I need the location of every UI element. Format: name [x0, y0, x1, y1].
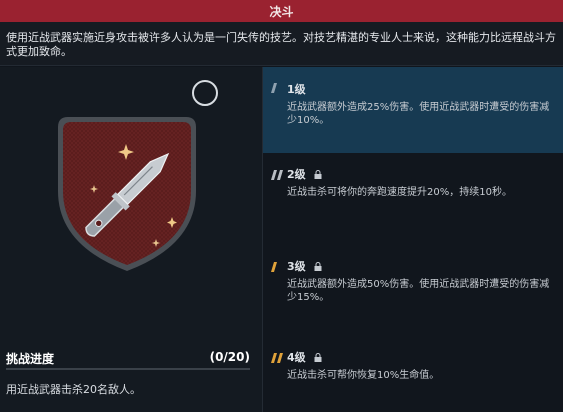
tier-4-label: 4级 — [287, 351, 306, 364]
tier-4-row[interactable]: 4级 近战击杀可帮你恢复10%生命值。 — [263, 349, 563, 399]
tier-4-marker-icon — [271, 353, 283, 363]
melee-knife-badge-icon — [58, 117, 196, 271]
lock-icon — [314, 261, 322, 271]
challenge-progress-count: (0/20) — [209, 350, 250, 364]
lock-icon — [314, 352, 322, 362]
challenge-progress-bar — [6, 368, 250, 370]
tier-1-marker-icon — [271, 83, 277, 93]
tier-3-marker-icon — [271, 262, 277, 272]
title-bar: 决斗 — [0, 0, 563, 22]
selection-circle-icon[interactable] — [192, 80, 218, 106]
tier-2-label: 2级 — [287, 168, 306, 181]
tier-2-row[interactable]: 2级 近战击杀可将你的奔跑速度提升20%，持续10秒。 — [263, 166, 563, 226]
tier-2-marker-icon — [271, 170, 283, 180]
lock-icon — [314, 169, 322, 179]
tier-3-text: 近战武器额外造成50%伤害。使用近战武器时遭受的伤害减少15%。 — [287, 279, 550, 303]
challenge-progress-label: 挑战进度 — [6, 352, 55, 366]
tier-1-text: 近战武器额外造成25%伤害。使用近战武器时遭受的伤害减少10%。 — [287, 102, 550, 126]
tier-4-text: 近战击杀可帮你恢复10%生命值。 — [287, 370, 440, 381]
tier-1-label: 1级 — [287, 83, 306, 96]
tier-3-row[interactable]: 3级 近战武器额外造成50%伤害。使用近战武器时遭受的伤害减少15%。 — [263, 258, 563, 318]
tier-2-text: 近战击杀可将你的奔跑速度提升20%，持续10秒。 — [287, 187, 512, 198]
tier-3-label: 3级 — [287, 260, 306, 273]
page-title: 决斗 — [269, 4, 294, 19]
perk-description: 使用近战武器实施近身攻击被许多人认为是一门失传的技艺。对技艺精湛的专业人士来说，… — [0, 22, 563, 66]
challenge-description: 用近战武器击杀20名敌人。 — [6, 383, 141, 396]
tier-1-row[interactable]: 1级 近战武器额外造成25%伤害。使用近战武器时遭受的伤害减少10%。 — [263, 67, 563, 153]
